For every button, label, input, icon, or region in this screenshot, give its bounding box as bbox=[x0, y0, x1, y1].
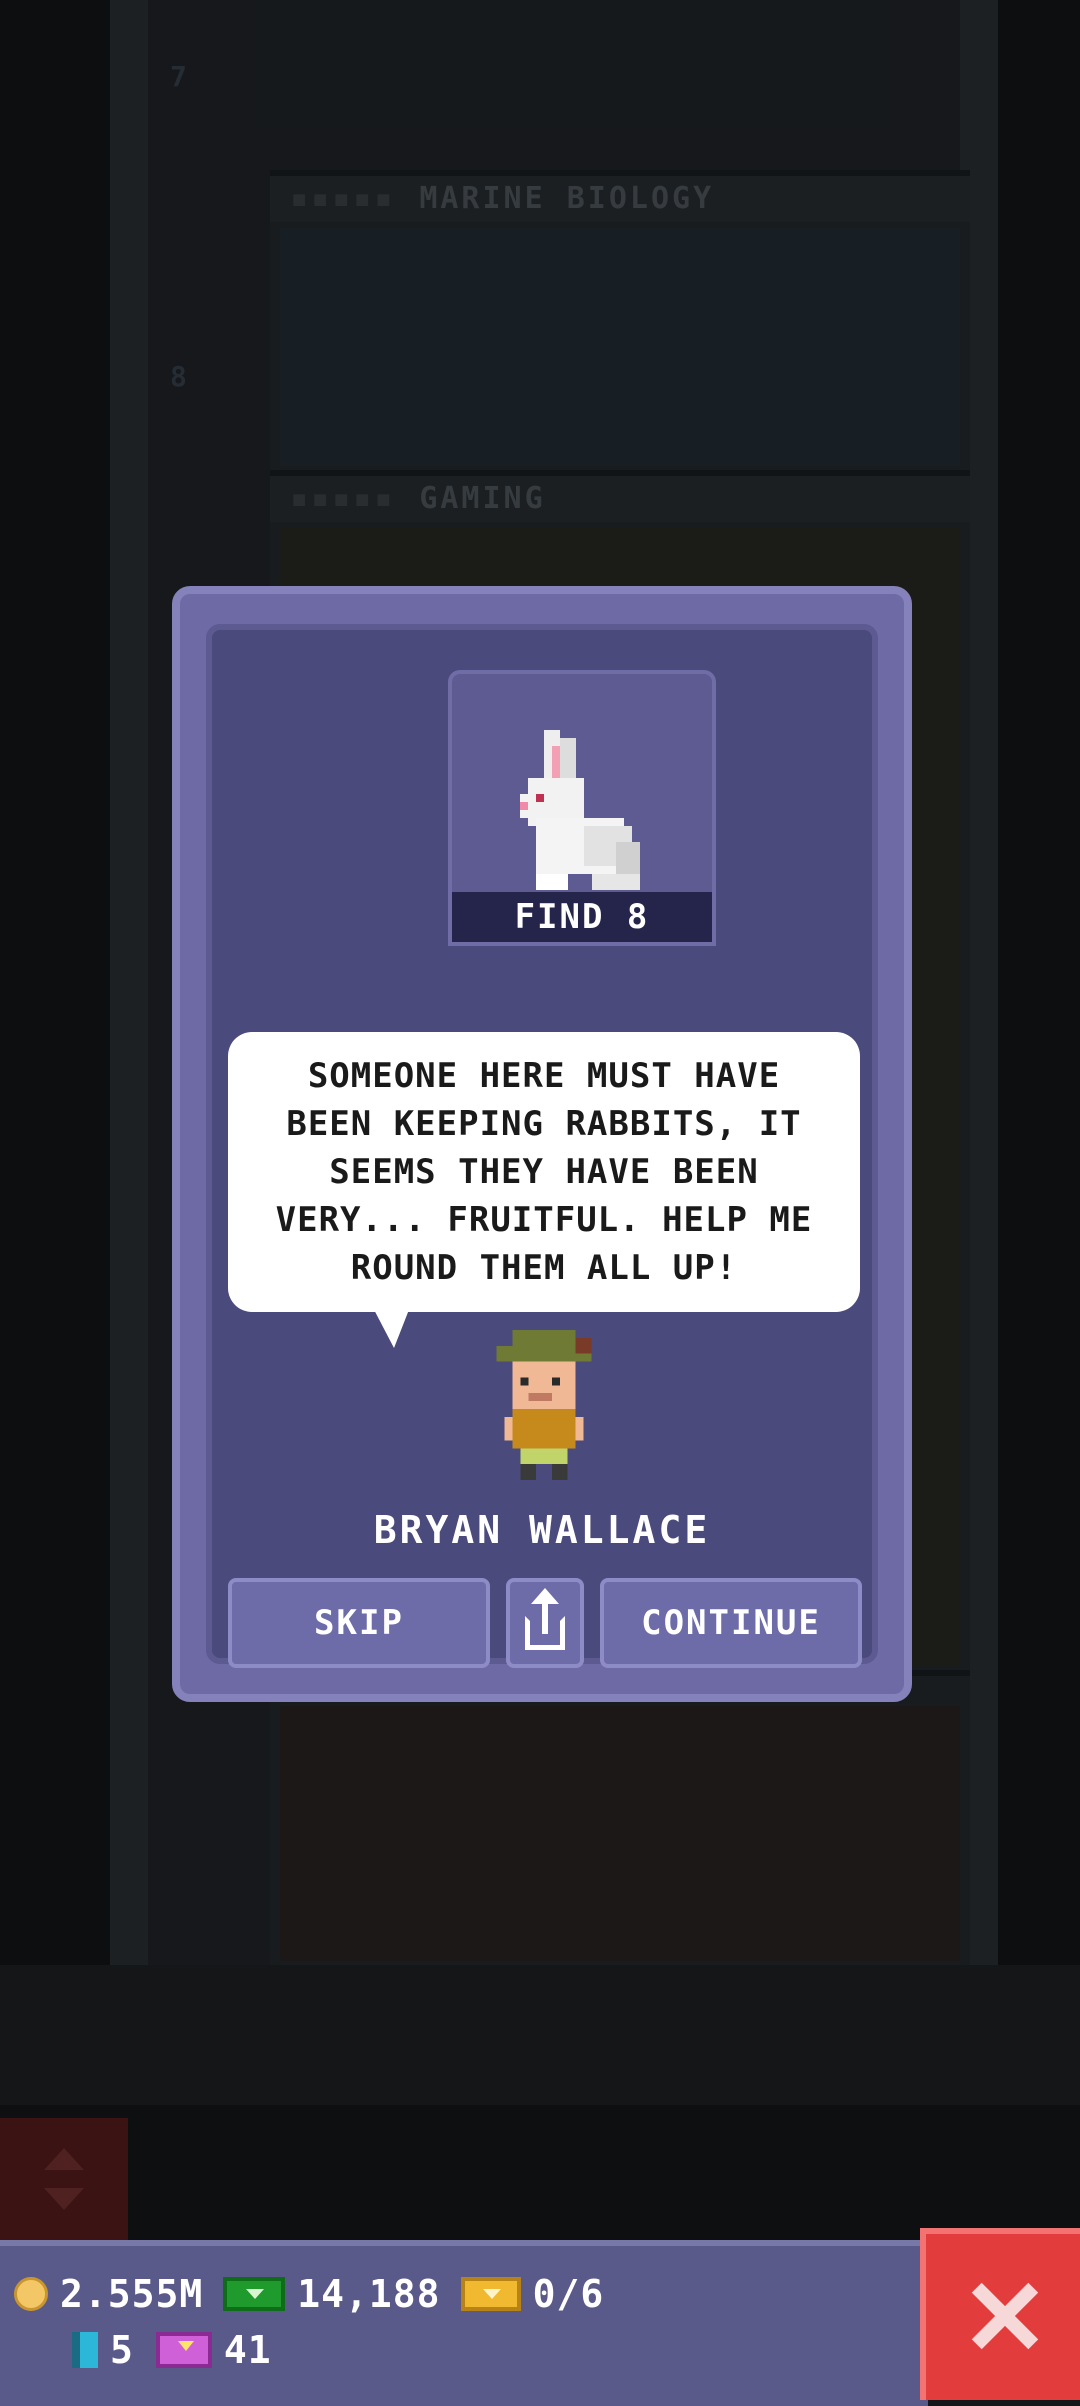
speech-bubble: SOMEONE HERE MUST HAVE BEEN KEEPING RABB… bbox=[228, 1032, 860, 1312]
rabbit-icon bbox=[520, 730, 640, 890]
mission-dialog-panel: FIND 8 SOMEONE HERE MUST HAVE BEEN KEEPI… bbox=[206, 624, 878, 1668]
card-icon bbox=[72, 2332, 98, 2368]
npc-avatar bbox=[496, 1330, 592, 1480]
mission-goal-label: FIND 8 bbox=[452, 892, 712, 942]
coin-icon bbox=[14, 2277, 48, 2311]
continue-button[interactable]: CONTINUE bbox=[600, 1578, 862, 1668]
close-icon bbox=[972, 2284, 1036, 2348]
share-button[interactable] bbox=[506, 1578, 584, 1668]
gifts-value: 41 bbox=[223, 2328, 272, 2372]
gift-icon bbox=[155, 2332, 212, 2368]
close-button[interactable] bbox=[920, 2228, 1080, 2400]
currency-row: 2.555M 14,188 0/6 bbox=[14, 2272, 604, 2316]
npc-name: BRYAN WALLACE bbox=[373, 1508, 711, 1552]
bottom-hud: 2.555M 14,188 0/6 5 41 bbox=[0, 2240, 928, 2406]
items-row: 5 41 bbox=[72, 2328, 272, 2372]
share-icon bbox=[523, 1588, 567, 1650]
bux-icon bbox=[223, 2277, 286, 2311]
speech-bubble-tail bbox=[370, 1302, 412, 1348]
bux-value: 14,188 bbox=[297, 2272, 441, 2316]
mission-dialog: FIND 8 SOMEONE HERE MUST HAVE BEEN KEEPI… bbox=[172, 586, 912, 1702]
tickets-value: 0/6 bbox=[532, 2272, 605, 2316]
golden-ticket-icon bbox=[460, 2277, 521, 2311]
coins-value: 2.555M bbox=[60, 2272, 204, 2316]
mission-reward-box: FIND 8 bbox=[448, 670, 716, 946]
cards-value: 5 bbox=[110, 2328, 134, 2372]
skip-button[interactable]: SKIP bbox=[228, 1578, 490, 1668]
